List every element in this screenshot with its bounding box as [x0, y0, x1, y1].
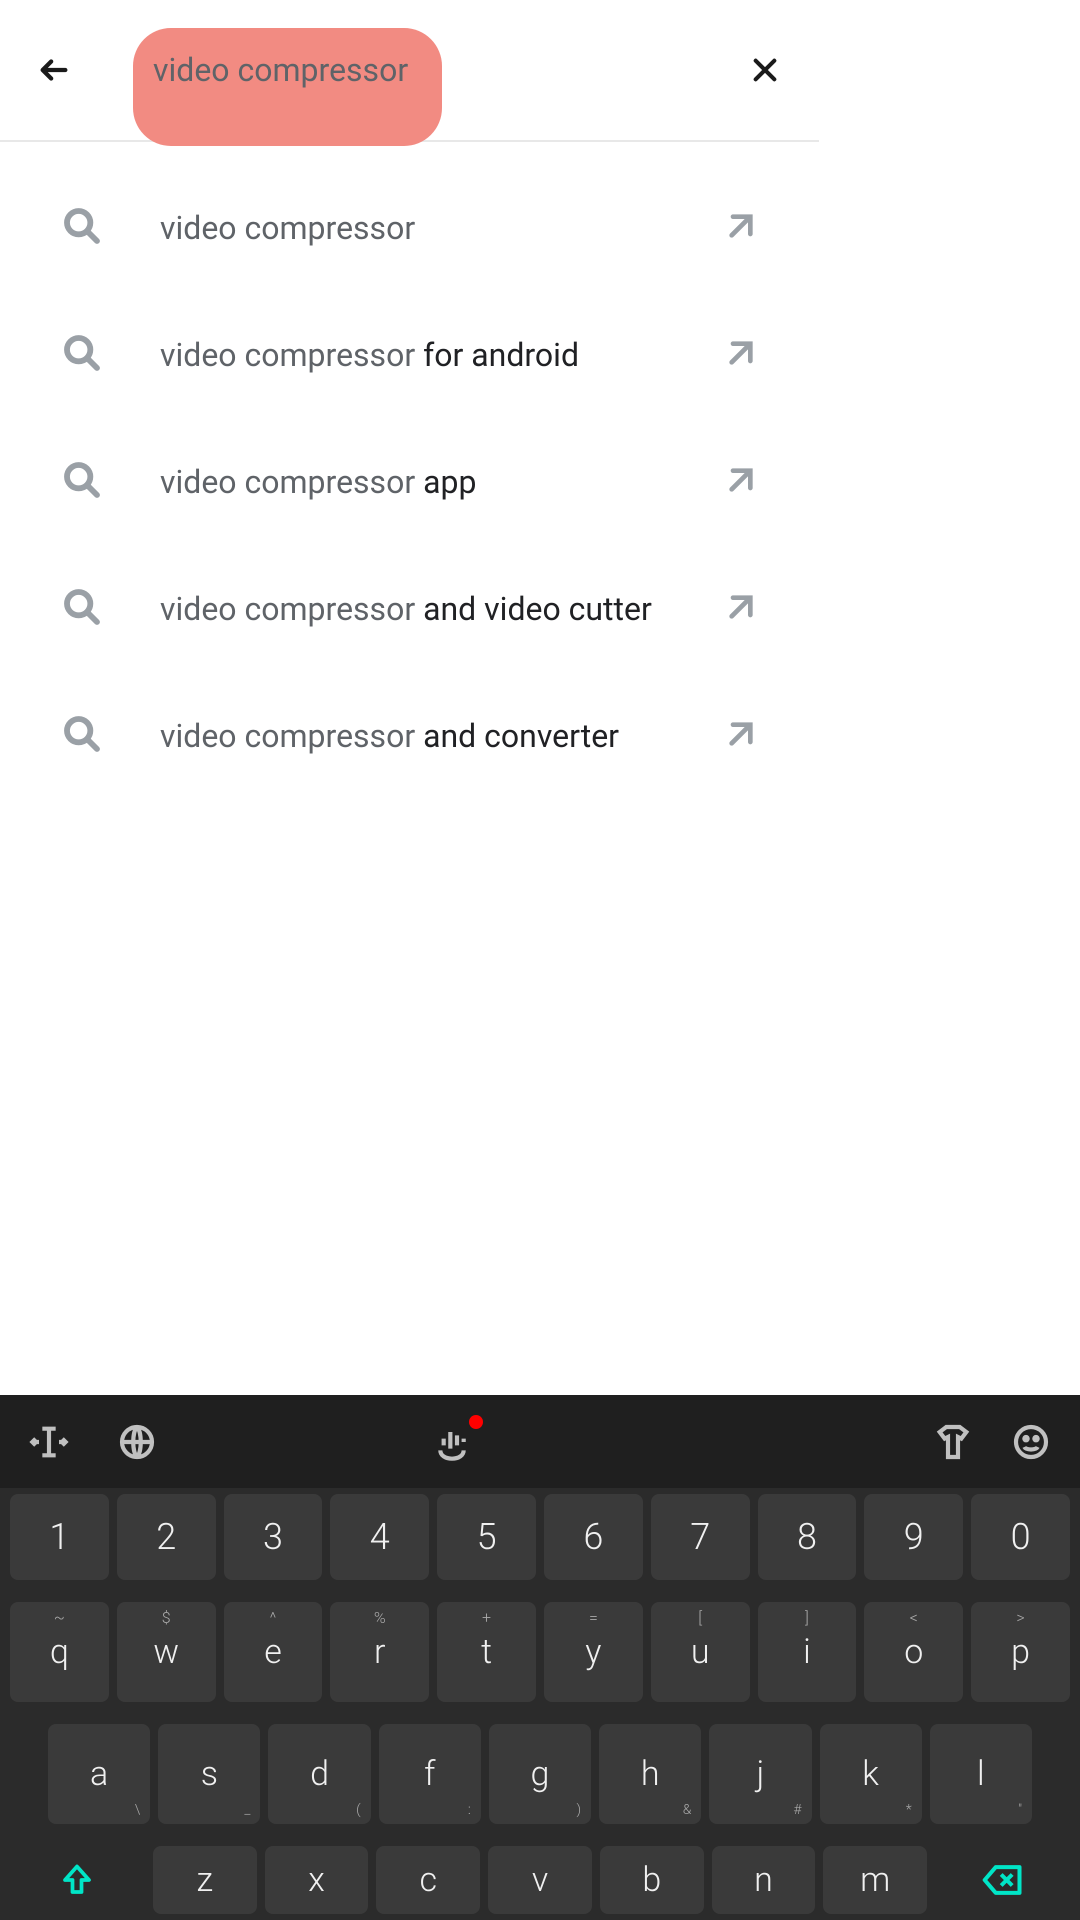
key-4[interactable]: 4: [330, 1494, 429, 1580]
search-icon: [62, 714, 102, 758]
key-7[interactable]: 7: [651, 1494, 750, 1580]
insert-arrow-icon[interactable]: [725, 718, 757, 754]
key-x[interactable]: x: [265, 1846, 369, 1914]
backspace-icon: [981, 1858, 1025, 1902]
key-6[interactable]: 6: [544, 1494, 643, 1580]
key-2[interactable]: 2: [117, 1494, 216, 1580]
key-e[interactable]: ^e: [224, 1602, 323, 1702]
notification-dot-icon: [469, 1415, 483, 1429]
insert-arrow-icon[interactable]: [725, 210, 757, 246]
voice-input-icon[interactable]: [429, 1419, 475, 1465]
suggestion-label: video compressor app: [160, 463, 476, 501]
key-g[interactable]: g): [489, 1724, 591, 1824]
key-q[interactable]: ~q: [10, 1602, 109, 1702]
search-bar: video compressor: [0, 0, 819, 142]
search-icon: [62, 460, 102, 504]
key-a[interactable]: a\: [48, 1724, 150, 1824]
key-s[interactable]: s_: [158, 1724, 260, 1824]
key-z[interactable]: z: [153, 1846, 257, 1914]
key-l[interactable]: l": [930, 1724, 1032, 1824]
insert-arrow-icon[interactable]: [725, 591, 757, 627]
key-r[interactable]: %r: [330, 1602, 429, 1702]
key-i[interactable]: ]i: [758, 1602, 857, 1702]
insert-arrow-icon[interactable]: [725, 464, 757, 500]
suggestion-item[interactable]: video compressor and video cutter: [0, 545, 819, 672]
arrow-left-icon: [37, 53, 71, 87]
key-shift[interactable]: [10, 1846, 145, 1914]
key-9[interactable]: 9: [864, 1494, 963, 1580]
key-h[interactable]: h&: [599, 1724, 701, 1824]
suggestions-list: video compressor video compressor for an…: [0, 142, 819, 799]
suggestion-label: video compressor for android: [160, 336, 579, 374]
key-8[interactable]: 8: [758, 1494, 857, 1580]
suggestion-item[interactable]: video compressor and converter: [0, 672, 819, 799]
key-o[interactable]: <o: [864, 1602, 963, 1702]
keyboard-row-z: z x c v b n m: [10, 1846, 1070, 1914]
keyboard: 1 2 3 4 5 6 7 8 9 0 ~q $w ^e %r +t =y [u…: [0, 1395, 1080, 1920]
theme-icon[interactable]: [930, 1419, 976, 1465]
key-w[interactable]: $w: [117, 1602, 216, 1702]
suggestion-item[interactable]: video compressor: [0, 164, 819, 291]
key-n[interactable]: n: [712, 1846, 816, 1914]
keyboard-row-q: ~q $w ^e %r +t =y [u ]i <o >p: [10, 1602, 1070, 1702]
emoji-icon[interactable]: [1008, 1419, 1054, 1465]
key-c[interactable]: c: [376, 1846, 480, 1914]
key-v[interactable]: v: [488, 1846, 592, 1914]
suggestion-label: video compressor and video cutter: [160, 590, 652, 628]
search-icon: [62, 333, 102, 377]
keyboard-rows: 1 2 3 4 5 6 7 8 9 0 ~q $w ^e %r +t =y [u…: [0, 1488, 1080, 1914]
suggestion-item[interactable]: video compressor app: [0, 418, 819, 545]
key-k[interactable]: k*: [820, 1724, 922, 1824]
search-icon: [62, 206, 102, 250]
key-f[interactable]: f:: [379, 1724, 481, 1824]
cursor-tool-icon[interactable]: [26, 1419, 72, 1465]
key-d[interactable]: d(: [268, 1724, 370, 1824]
key-5[interactable]: 5: [437, 1494, 536, 1580]
key-t[interactable]: +t: [437, 1602, 536, 1702]
suggestion-label: video compressor and converter: [160, 717, 619, 755]
key-m[interactable]: m: [823, 1846, 927, 1914]
clear-button[interactable]: [741, 46, 789, 94]
keyboard-toolbar: [0, 1395, 1080, 1488]
globe-icon[interactable]: [114, 1419, 160, 1465]
keyboard-row-a: a\ s_ d( f: g) h& j# k* l": [10, 1724, 1070, 1824]
key-b[interactable]: b: [600, 1846, 704, 1914]
suggestion-label: video compressor: [160, 209, 415, 247]
insert-arrow-icon[interactable]: [725, 337, 757, 373]
keyboard-row-numbers: 1 2 3 4 5 6 7 8 9 0: [10, 1494, 1070, 1580]
key-3[interactable]: 3: [224, 1494, 323, 1580]
key-u[interactable]: [u: [651, 1602, 750, 1702]
key-j[interactable]: j#: [709, 1724, 811, 1824]
search-input[interactable]: video compressor: [153, 51, 408, 89]
shift-icon: [59, 1862, 95, 1898]
back-button[interactable]: [30, 46, 78, 94]
key-backspace[interactable]: [935, 1846, 1070, 1914]
search-icon: [62, 587, 102, 631]
key-y[interactable]: =y: [544, 1602, 643, 1702]
key-p[interactable]: >p: [971, 1602, 1070, 1702]
key-1[interactable]: 1: [10, 1494, 109, 1580]
close-icon: [749, 54, 781, 86]
suggestion-item[interactable]: video compressor for android: [0, 291, 819, 418]
key-0[interactable]: 0: [971, 1494, 1070, 1580]
